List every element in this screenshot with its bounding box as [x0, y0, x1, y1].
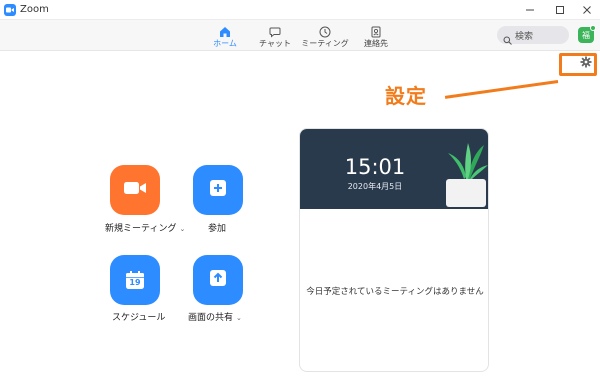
share-screen-text: 画面の共有	[188, 313, 234, 323]
no-meetings-message: 今日予定されているミーティングはありません	[306, 287, 484, 297]
share-screen-label: 画面の共有 ⌄	[188, 310, 242, 323]
close-button[interactable]	[572, 0, 600, 20]
join-label: 参加	[208, 224, 227, 234]
tab-contacts[interactable]: 連絡先	[346, 23, 406, 49]
minimize-button[interactable]	[515, 0, 545, 20]
chevron-down-icon[interactable]: ⌄	[236, 314, 242, 322]
share-screen-button[interactable]	[193, 255, 243, 305]
schedule-label: スケジュール	[112, 313, 166, 323]
zoom-logo-icon	[4, 4, 16, 16]
contacts-icon	[346, 23, 406, 38]
video-camera-icon	[123, 180, 147, 200]
new-meeting-label: 新規ミーティング ⌄	[105, 221, 185, 234]
share-screen-icon	[209, 269, 227, 291]
search-icon	[503, 30, 512, 49]
chevron-down-icon[interactable]: ⌄	[179, 225, 185, 233]
top-nav-bar: ホーム チャット ミーティング 連絡先 検索 福	[0, 20, 600, 51]
maximize-button[interactable]	[545, 0, 575, 20]
new-meeting-text: 新規ミーティング	[105, 224, 177, 234]
online-status-dot	[590, 25, 596, 31]
schedule-button[interactable]: 19	[110, 255, 160, 305]
plus-icon	[209, 179, 227, 201]
tab-contacts-label: 連絡先	[364, 39, 388, 48]
search-placeholder: 検索	[515, 32, 534, 42]
title-bar: Zoom	[0, 0, 600, 20]
current-time: 15:01	[344, 155, 406, 179]
annotation-callout-line	[444, 80, 559, 99]
settings-highlight-box	[559, 53, 597, 76]
upcoming-meetings-card: 15:01 2020年4月5日 今日予定されているミーティングはありません	[299, 128, 489, 372]
join-button[interactable]	[193, 165, 243, 215]
calendar-icon: 19	[125, 270, 145, 290]
card-header: 15:01 2020年4月5日	[300, 129, 488, 209]
current-date: 2020年4月5日	[347, 182, 403, 191]
search-input[interactable]: 検索	[497, 26, 569, 45]
window-title: Zoom	[20, 4, 49, 15]
new-meeting-button[interactable]	[110, 165, 160, 215]
settings-annotation-label: 設定	[385, 84, 427, 108]
calendar-day: 19	[129, 278, 141, 287]
